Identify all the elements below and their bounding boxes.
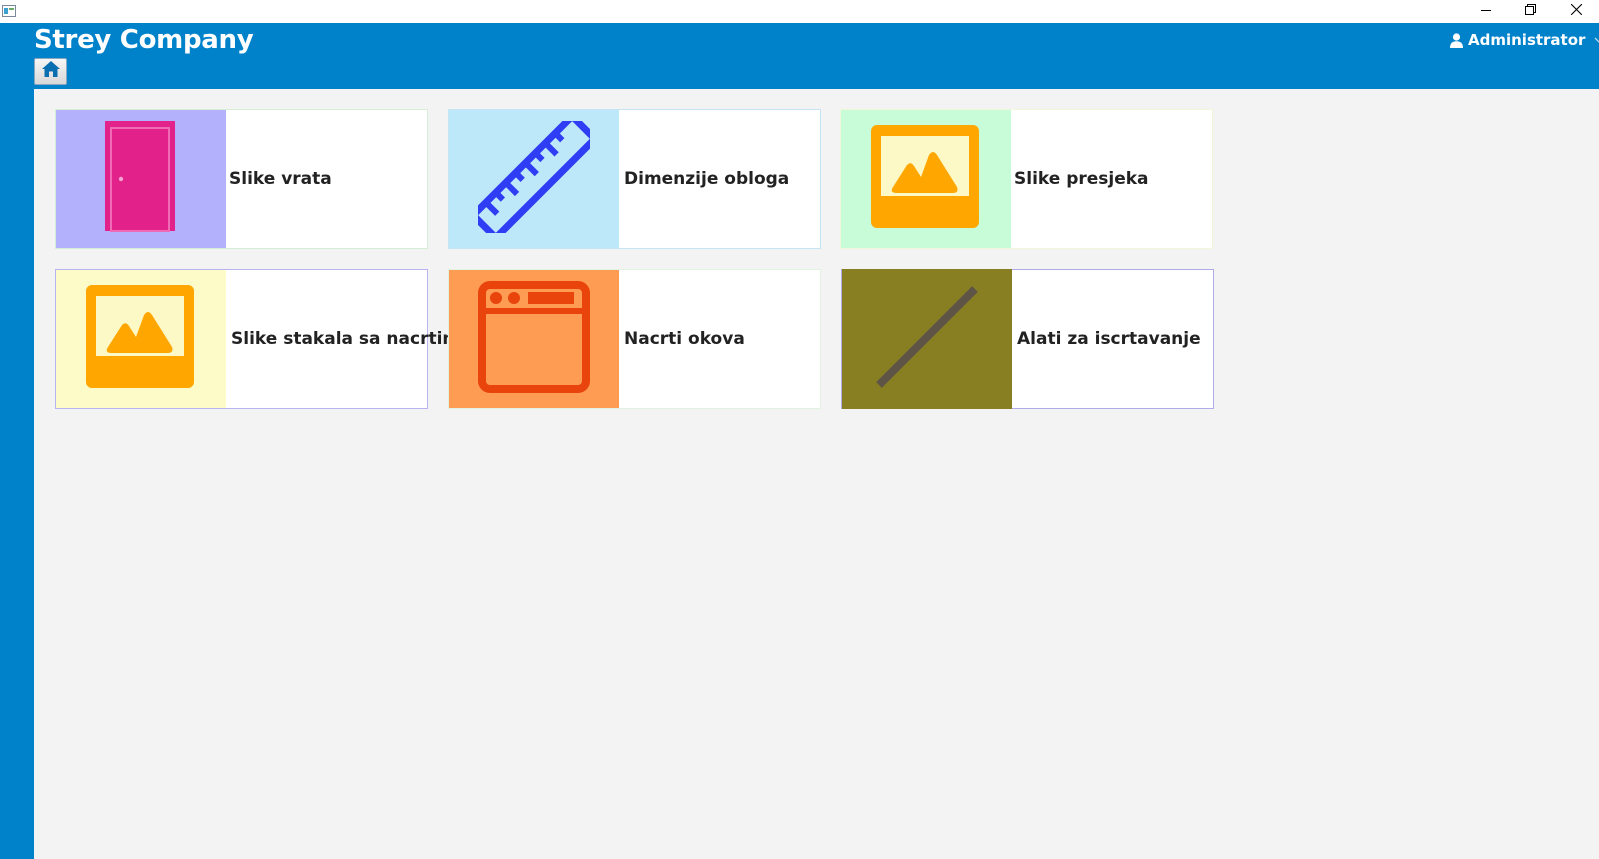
tile-slike-stakala[interactable]: Slike stakala sa nacrtim [55, 269, 460, 409]
close-icon [1570, 2, 1582, 20]
home-icon [41, 60, 61, 83]
left-accent-bar [0, 23, 34, 859]
door-icon [105, 120, 177, 238]
tile-icon-panel [842, 269, 1012, 409]
image-icon [871, 124, 981, 234]
restore-icon [1524, 2, 1536, 20]
tile-alati-za-iscrtavanje[interactable]: Alati za iscrtavanje [841, 269, 1214, 409]
chevron-down-icon [1594, 37, 1599, 44]
tile-icon-panel [841, 110, 1011, 248]
tile-dimenzije-obloga[interactable]: Dimenzije obloga [448, 109, 821, 249]
user-icon [1450, 32, 1463, 48]
line-tool-icon [871, 281, 983, 398]
minimize-icon [1481, 2, 1491, 20]
window-titlebar [0, 0, 1599, 23]
tile-icon-panel [449, 270, 619, 408]
tile-icon-panel [56, 270, 226, 408]
minimize-button[interactable] [1463, 0, 1509, 22]
user-name: Administrator [1468, 31, 1586, 49]
tile-label: Slike vrata [229, 169, 332, 189]
brand-title: Strey Company [34, 25, 254, 55]
app-header: Strey Company Administrator [0, 23, 1599, 89]
user-menu[interactable]: Administrator [1450, 30, 1599, 50]
tile-label: Alati za iscrtavanje [1017, 329, 1201, 349]
tile-nacrti-okova[interactable]: Nacrti okova [448, 269, 821, 409]
home-button[interactable] [34, 58, 67, 85]
close-button[interactable] [1553, 0, 1599, 22]
ruler-icon [470, 113, 598, 240]
tile-slike-presjeka[interactable]: Slike presjeka [840, 109, 1213, 249]
restore-button[interactable] [1507, 0, 1553, 22]
tile-label: Dimenzije obloga [624, 169, 790, 189]
tile-slike-vrata[interactable]: Slike vrata [55, 109, 428, 249]
browser-window-icon [478, 280, 590, 398]
tile-icon-panel [56, 110, 226, 248]
app-window-icon [2, 4, 16, 17]
tile-icon-panel [449, 110, 619, 248]
tile-label: Slike stakala sa nacrtim [231, 329, 461, 349]
image-icon [86, 284, 196, 394]
tile-label: Nacrti okova [624, 329, 745, 349]
tile-label: Slike presjeka [1014, 169, 1149, 189]
